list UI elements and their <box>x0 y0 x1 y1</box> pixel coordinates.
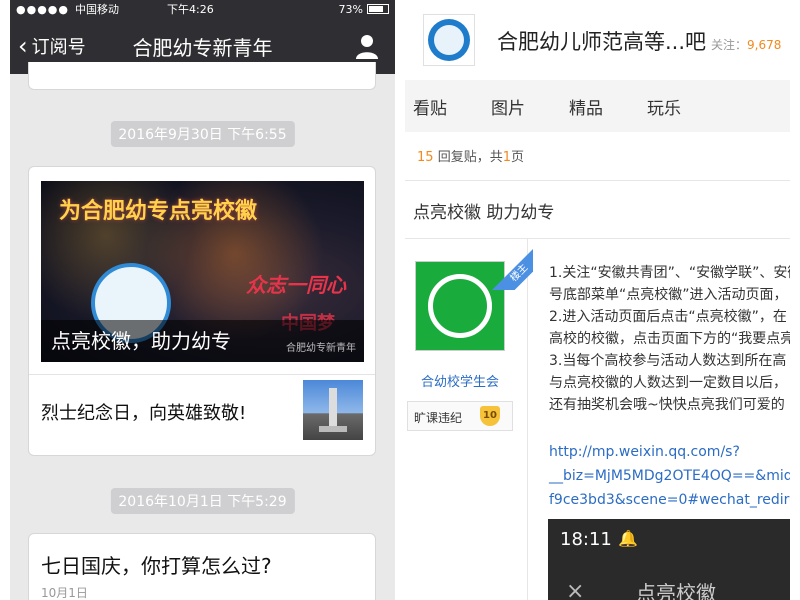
body-line: 高校的校徽，点击页面下方的“我要点亮 <box>549 331 790 347</box>
banner-slogan: 众志一同心 <box>246 273 346 297</box>
tieba-forum-screen: 合肥幼儿师范高等...吧 关注：9,678 看贴 图片 精品 玩乐 15 回复贴… <box>405 0 790 600</box>
member-badge: 旷课违纪 10 <box>407 401 513 431</box>
article-date: 10月1日 <box>41 586 88 600</box>
body-line: 号底部菜单“点亮校徽”进入活动页面， <box>549 287 788 303</box>
post-link[interactable]: http://mp.weixin.qq.com/s? __biz=MjM5MDg… <box>549 440 790 512</box>
body-line: 3.当每个高校参与活动人数达到所在高 <box>549 353 787 369</box>
back-label: 订阅号 <box>31 37 86 58</box>
article-headline: 点亮校徽，助力幼专 <box>51 329 231 353</box>
forum-tabs: 看贴 图片 精品 玩乐 <box>405 80 790 132</box>
monument-thumbnail[interactable] <box>303 380 363 440</box>
article-banner[interactable]: 为合肥幼专点亮校徽 众志一同心 中国梦 点亮校徽，助力幼专 合肥幼专新青年 <box>41 181 364 362</box>
page-count: 1 <box>502 150 511 165</box>
body-line: 1.关注“安徽共青团”、“安徽学联”、安徽 <box>549 265 790 281</box>
screenshot-time: 18:11 <box>560 529 612 550</box>
follow-count: 关注：9,678 <box>711 36 781 53</box>
wechat-subscription-screen: ●●●●● 中国移动 下午4:26 73% ‹ 订阅号 合肥幼专新青年 2016… <box>10 0 395 600</box>
tab-posts[interactable]: 看贴 <box>413 94 447 119</box>
battery-indicator: 73% <box>339 3 389 16</box>
level-badge: 10 <box>480 406 500 426</box>
profile-icon[interactable] <box>355 33 379 59</box>
badge-title: 旷课违纪 <box>414 411 463 425</box>
tab-featured[interactable]: 精品 <box>569 94 603 119</box>
status-bar: ●●●●● 中国移动 下午4:26 73% <box>10 0 395 18</box>
page-label: 页 <box>510 150 524 165</box>
author-column: 合幼校学生会 旷课违纪 10 <box>405 239 528 600</box>
follow-number: 9,678 <box>747 38 782 52</box>
reply-count: 15 <box>417 150 434 165</box>
link-line[interactable]: http://mp.weixin.qq.com/s? <box>549 440 790 464</box>
bell-icon: 🔔 <box>618 529 638 548</box>
logo-inner <box>434 25 464 55</box>
tab-fun[interactable]: 玩乐 <box>647 94 681 119</box>
divider <box>405 180 790 181</box>
sub-article-title[interactable]: 烈士纪念日，向英雄致敬! <box>41 399 246 425</box>
screenshot-title: 点亮校徽 <box>636 581 716 600</box>
link-line[interactable]: f9ce3bd3&scene=0#wechat_redirect <box>549 488 790 512</box>
body-line: 还有抽奖机会哦~快快点亮我们可爱的 <box>549 397 785 413</box>
forum-logo-icon[interactable] <box>423 14 475 66</box>
body-line: 2.进入活动页面后点击“点亮校徽”，在 <box>549 309 787 325</box>
banner-heading: 为合肥幼专点亮校徽 <box>59 199 258 224</box>
carrier-label: 中国移动 <box>75 3 119 16</box>
forum-title[interactable]: 合肥幼儿师范高等...吧 <box>497 26 706 56</box>
post-body: 1.关注“安徽共青团”、“安徽学联”、安徽 号底部菜单“点亮校徽”进入活动页面，… <box>549 262 790 416</box>
chevron-left-icon: ‹ <box>18 32 28 60</box>
op-ribbon-label: 楼主 <box>489 243 533 290</box>
previous-message-card[interactable] <box>28 62 376 90</box>
battery-percent: 73% <box>338 2 363 16</box>
embedded-screenshot[interactable]: 18:11 🔔 × 点亮校徽 <box>548 519 790 600</box>
message-card[interactable]: 为合肥幼专点亮校徽 众志一同心 中国梦 点亮校徽，助力幼专 合肥幼专新青年 烈士… <box>28 166 376 456</box>
body-line: 与点亮校徽的人数达到一定数目以后， <box>549 375 787 391</box>
signal-icon: ●●●●● <box>16 2 69 16</box>
article-title: 七日国庆，你打算怎么过? <box>41 554 272 578</box>
date-pill: 2016年9月30日 下午6:55 <box>110 121 295 147</box>
author-name[interactable]: 合幼校学生会 <box>421 371 499 390</box>
divider <box>29 374 375 375</box>
post-title: 点亮校徽 助力幼专 <box>413 203 555 223</box>
op-ribbon: 楼主 <box>483 240 533 290</box>
close-icon: × <box>566 579 585 600</box>
message-card[interactable]: 七日国庆，你打算怎么过? 10月1日 <box>28 533 376 600</box>
link-line[interactable]: __biz=MjM5MDg2OTE4OQ==&mid=2 <box>549 464 790 488</box>
monument-base <box>319 426 347 432</box>
forum-header: 合肥幼儿师范高等...吧 关注：9,678 <box>405 0 790 78</box>
date-pill: 2016年10月1日 下午5:29 <box>110 488 295 514</box>
clock-label: 下午4:26 <box>167 3 214 16</box>
watermark: 合肥幼专新青年 <box>286 343 356 354</box>
follow-label: 关注： <box>711 38 748 52</box>
reply-info: 15 回复贴，共1页 <box>417 146 524 165</box>
tab-images[interactable]: 图片 <box>491 94 525 119</box>
battery-icon <box>367 4 389 14</box>
reply-label: 回复贴，共 <box>437 150 503 165</box>
back-button[interactable]: ‹ 订阅号 <box>10 32 86 60</box>
